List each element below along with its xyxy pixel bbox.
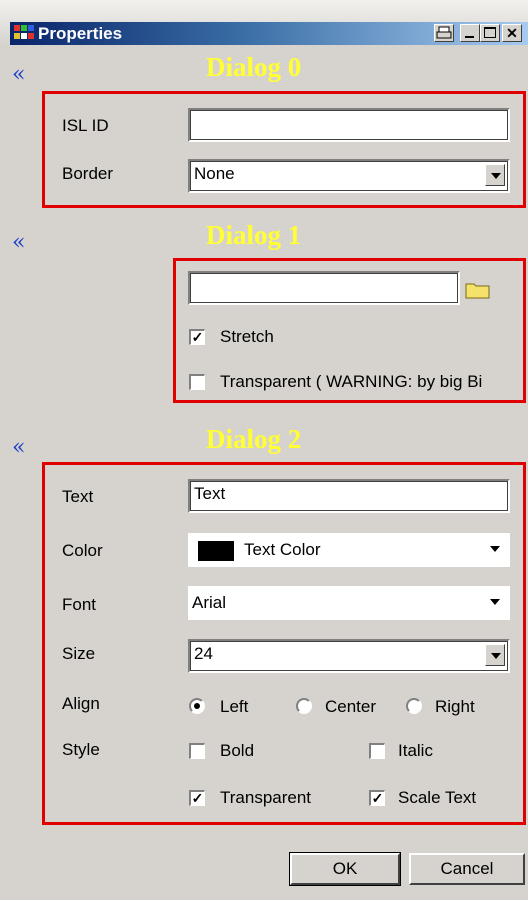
align-right-label: Right [435, 697, 475, 716]
text-transparent-checkbox[interactable]: ✓ [189, 790, 205, 806]
align-left-label: Left [220, 697, 249, 716]
font-select-value: Arial [192, 593, 227, 612]
isl-id-label: ISL ID [62, 116, 109, 135]
chevron-down-icon[interactable] [485, 164, 505, 186]
folder-icon[interactable] [465, 281, 491, 299]
stretch-label: Stretch [220, 327, 274, 346]
close-icon[interactable]: ✕ [502, 24, 522, 42]
dialog1-heading: Dialog 1 [206, 220, 302, 250]
bold-label: Bold [220, 741, 255, 760]
color-swatch [198, 540, 234, 561]
align-left-radio[interactable] [189, 698, 205, 714]
collapse-dialog0-icon[interactable]: « [12, 64, 25, 86]
color-select-value: Text Color [244, 540, 321, 559]
align-center-label: Center [325, 697, 377, 716]
border-select-value: None [194, 164, 235, 183]
size-select-value: 24 [194, 644, 213, 663]
image-path-input[interactable] [188, 271, 460, 305]
style-label: Style [62, 740, 100, 759]
color-select[interactable]: Text Color [188, 533, 510, 567]
dialog0-heading: Dialog 0 [206, 52, 302, 82]
text-input[interactable]: Text [188, 479, 510, 513]
align-label: Align [62, 694, 100, 713]
collapse-dialog2-icon[interactable]: « [12, 437, 25, 459]
size-label: Size [62, 644, 96, 663]
bold-checkbox[interactable] [189, 743, 205, 759]
maximize-icon[interactable] [480, 24, 500, 42]
font-label: Font [62, 595, 97, 614]
scale-text-checkbox[interactable]: ✓ [369, 790, 385, 806]
color-label: Color [62, 541, 103, 560]
border-select[interactable]: None [188, 159, 510, 193]
align-center-radio[interactable] [296, 698, 312, 714]
image-transparent-checkbox[interactable] [189, 374, 205, 390]
cancel-button[interactable]: Cancel [409, 853, 525, 885]
image-transparent-label: Transparent ( WARNING: by big Bi [220, 372, 483, 391]
window-title: Properties [38, 24, 123, 43]
text-label: Text [62, 487, 94, 506]
ok-button[interactable]: OK [289, 852, 401, 886]
app-icon [14, 25, 34, 39]
border-label: Border [62, 164, 114, 183]
size-select[interactable]: 24 [188, 639, 510, 673]
italic-checkbox[interactable] [369, 743, 385, 759]
minimize-icon[interactable] [460, 24, 480, 42]
collapse-dialog1-icon[interactable]: « [12, 232, 25, 254]
font-select[interactable]: Arial [188, 586, 510, 620]
stretch-checkbox[interactable]: ✓ [189, 329, 205, 345]
align-right-radio[interactable] [406, 698, 422, 714]
text-transparent-label: Transparent [220, 788, 312, 807]
italic-label: Italic [398, 741, 433, 760]
chevron-down-icon[interactable] [485, 644, 505, 666]
isl-id-input[interactable] [188, 108, 510, 142]
print-icon[interactable] [434, 24, 454, 42]
scale-text-label: Scale Text [398, 788, 477, 807]
dialog2-heading: Dialog 2 [206, 424, 302, 454]
